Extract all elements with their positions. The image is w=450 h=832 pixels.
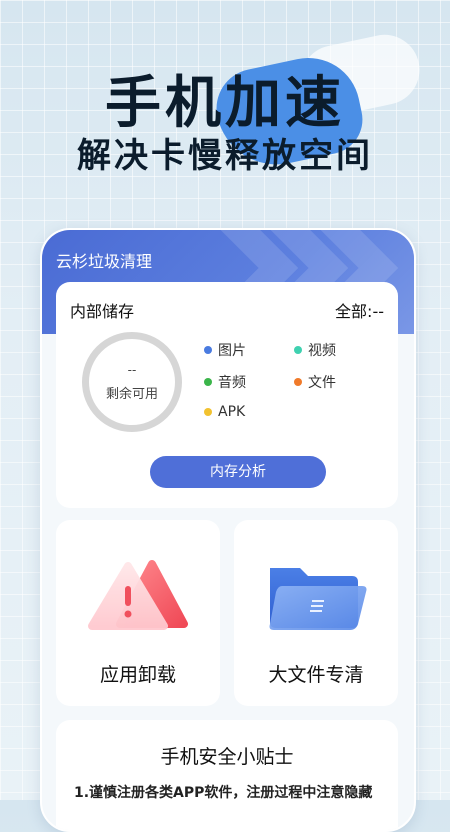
- legend-dot: [204, 378, 212, 386]
- legend-label: 文件: [308, 375, 336, 391]
- legend-dot: [204, 346, 212, 354]
- legend-label: 音频: [218, 375, 246, 391]
- storage-ring: -- 剩余可用: [82, 332, 182, 432]
- legend-item-files: 文件: [294, 372, 336, 392]
- legend-item-videos: 视频: [294, 340, 336, 360]
- hero-subtitle: 解决卡慢释放空间: [77, 136, 373, 176]
- storage-title: 内部储存: [70, 302, 135, 321]
- legend-label: 图片: [218, 343, 246, 359]
- security-tips-card: 手机安全小贴士 1.谨慎注册各类APP软件，注册过程中注意隐藏: [56, 720, 398, 830]
- remaining-value: --: [127, 363, 137, 377]
- warning-triangle-icon: [88, 560, 188, 630]
- hero-title: 手机加速: [105, 71, 345, 136]
- legend-dot: [294, 378, 302, 386]
- uninstall-apps-label: 应用卸载: [99, 664, 176, 686]
- tips-text: 1.谨慎注册各类APP软件，注册过程中注意隐藏: [74, 785, 373, 801]
- storage-total: 全部:--: [335, 302, 384, 321]
- folder-icon: [269, 568, 367, 630]
- uninstall-apps-tile[interactable]: 应用卸载: [56, 520, 220, 706]
- app-name: 云杉垃圾清理: [56, 252, 153, 271]
- phone-frame: 云杉垃圾清理 内部储存 全部:-- -- 剩余可用 图片 视频 音频 文件 AP…: [40, 228, 416, 832]
- tips-title: 手机安全小贴士: [160, 746, 294, 768]
- remaining-label: 剩余可用: [105, 387, 158, 402]
- legend-label: 视频: [308, 343, 336, 359]
- legend-item-images: 图片: [204, 340, 246, 360]
- large-file-clean-label: 大文件专清: [268, 664, 364, 686]
- legend-dot: [204, 408, 212, 416]
- memory-analysis-button[interactable]: 内存分析: [150, 456, 326, 488]
- storage-card: 内部储存 全部:-- -- 剩余可用 图片 视频 音频 文件 APK 内存分析: [56, 282, 398, 508]
- legend-dot: [294, 346, 302, 354]
- large-file-clean-tile[interactable]: 大文件专清: [234, 520, 398, 706]
- legend-item-apk: APK: [204, 404, 245, 420]
- legend-item-audio: 音频: [204, 372, 246, 392]
- legend-label: APK: [218, 404, 246, 420]
